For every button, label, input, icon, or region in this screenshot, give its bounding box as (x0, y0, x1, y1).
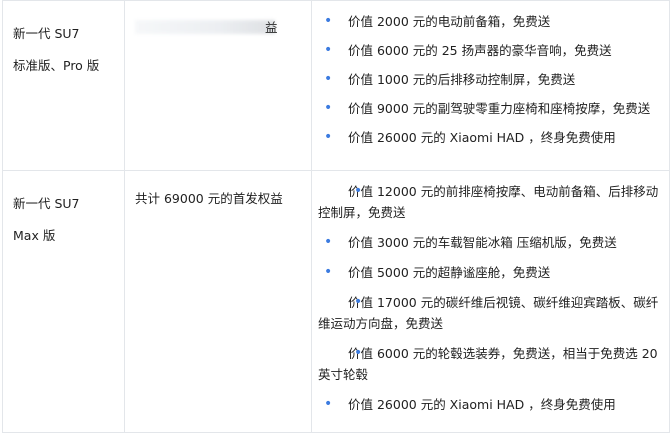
bullet-dot-icon: • (324, 13, 333, 29)
bullet-dot-icon: • (324, 396, 333, 412)
benefit-text-tail: 益 (265, 20, 278, 35)
bullet-dot-icon: • (324, 42, 333, 58)
list-item: • 价值 12000 元的前排座椅按摩、电动前备箱、后排移动控制屏，免费送 (318, 183, 659, 220)
bullet-dot-icon: • (324, 264, 333, 280)
bullet-dot-icon: • (324, 100, 333, 116)
benefit-list: • 价值 12000 元的前排座椅按摩、电动前备箱、后排移动控制屏，免费送 • 价值… (318, 181, 659, 415)
benefit-list: • 价值 2000 元的电动前备箱，免费送 • 价值 6000 元的 25 扬声器的… (318, 11, 659, 148)
table-row: 新一代 SU7 Max 版 共计 69000 元的首发权益 • 价值 12000 … (2, 170, 670, 433)
bullet-dot-icon: • (354, 345, 363, 361)
bullet-dot-icon: • (324, 234, 333, 250)
list-item: • 价值 5000 元的超静谧座舱，免费送 (318, 262, 659, 283)
items-cell: • 价值 12000 元的前排座椅按摩、电动前备箱、后排移动控制屏，免费送 • 价值… (311, 170, 670, 433)
model-cell: 新一代 SU7 Max 版 (2, 170, 125, 433)
list-item: • 价值 9000 元的副驾驶零重力座椅和座椅按摩，免费送 (318, 98, 659, 119)
list-item: • 价值 17000 元的碳纤维后视镜、碳纤维迎宾踏板、碳纤维运动方向盘，免费送 (318, 294, 659, 331)
benefit-cell (124, 0, 312, 171)
benefit-total: 共计 69000 元的首发权益 (135, 191, 283, 206)
model-variant: Max 版 (13, 228, 56, 243)
list-item: • 价值 2000 元的电动前备箱，免费送 (318, 11, 659, 32)
model-name: 新一代 SU7 (13, 26, 80, 41)
bullet-dot-icon: • (324, 71, 333, 87)
items-cell: • 价值 2000 元的电动前备箱，免费送 • 价值 6000 元的 25 扬声器的… (311, 0, 670, 171)
benefits-table: 新一代 SU7 标准版、Pro 版 • 价值 2000 元的电动前备箱，免费送 •… (2, 0, 670, 433)
model-variant: 标准版、Pro 版 (13, 58, 100, 73)
model-name: 新一代 SU7 (13, 196, 80, 211)
list-item: • 价值 6000 元的轮毂选装券，免费送，相当于免费选 20 英寸轮毂 (318, 345, 658, 382)
model-cell: 新一代 SU7 标准版、Pro 版 (2, 0, 125, 171)
list-item: • 价值 3000 元的车载智能冰箱 压缩机版，免费送 (318, 232, 659, 253)
list-item: • 价值 26000 元的 Xiaomi HAD ，终身免费使用 (318, 394, 659, 415)
list-item: • 价值 26000 元的 Xiaomi HAD ，终身免费使用 (318, 127, 659, 148)
list-item: • 价值 6000 元的 25 扬声器的豪华音响，免费送 (318, 40, 659, 61)
blurred-text (135, 20, 275, 34)
list-item: • 价值 1000 元的后排移动控制屏，免费送 (318, 69, 659, 90)
bullet-dot-icon: • (324, 129, 333, 145)
benefit-cell: 共计 69000 元的首发权益 (124, 170, 312, 433)
bullet-dot-icon: • (354, 183, 363, 199)
bullet-dot-icon: • (354, 294, 363, 310)
table-row: 新一代 SU7 标准版、Pro 版 • 价值 2000 元的电动前备箱，免费送 •… (2, 0, 670, 171)
